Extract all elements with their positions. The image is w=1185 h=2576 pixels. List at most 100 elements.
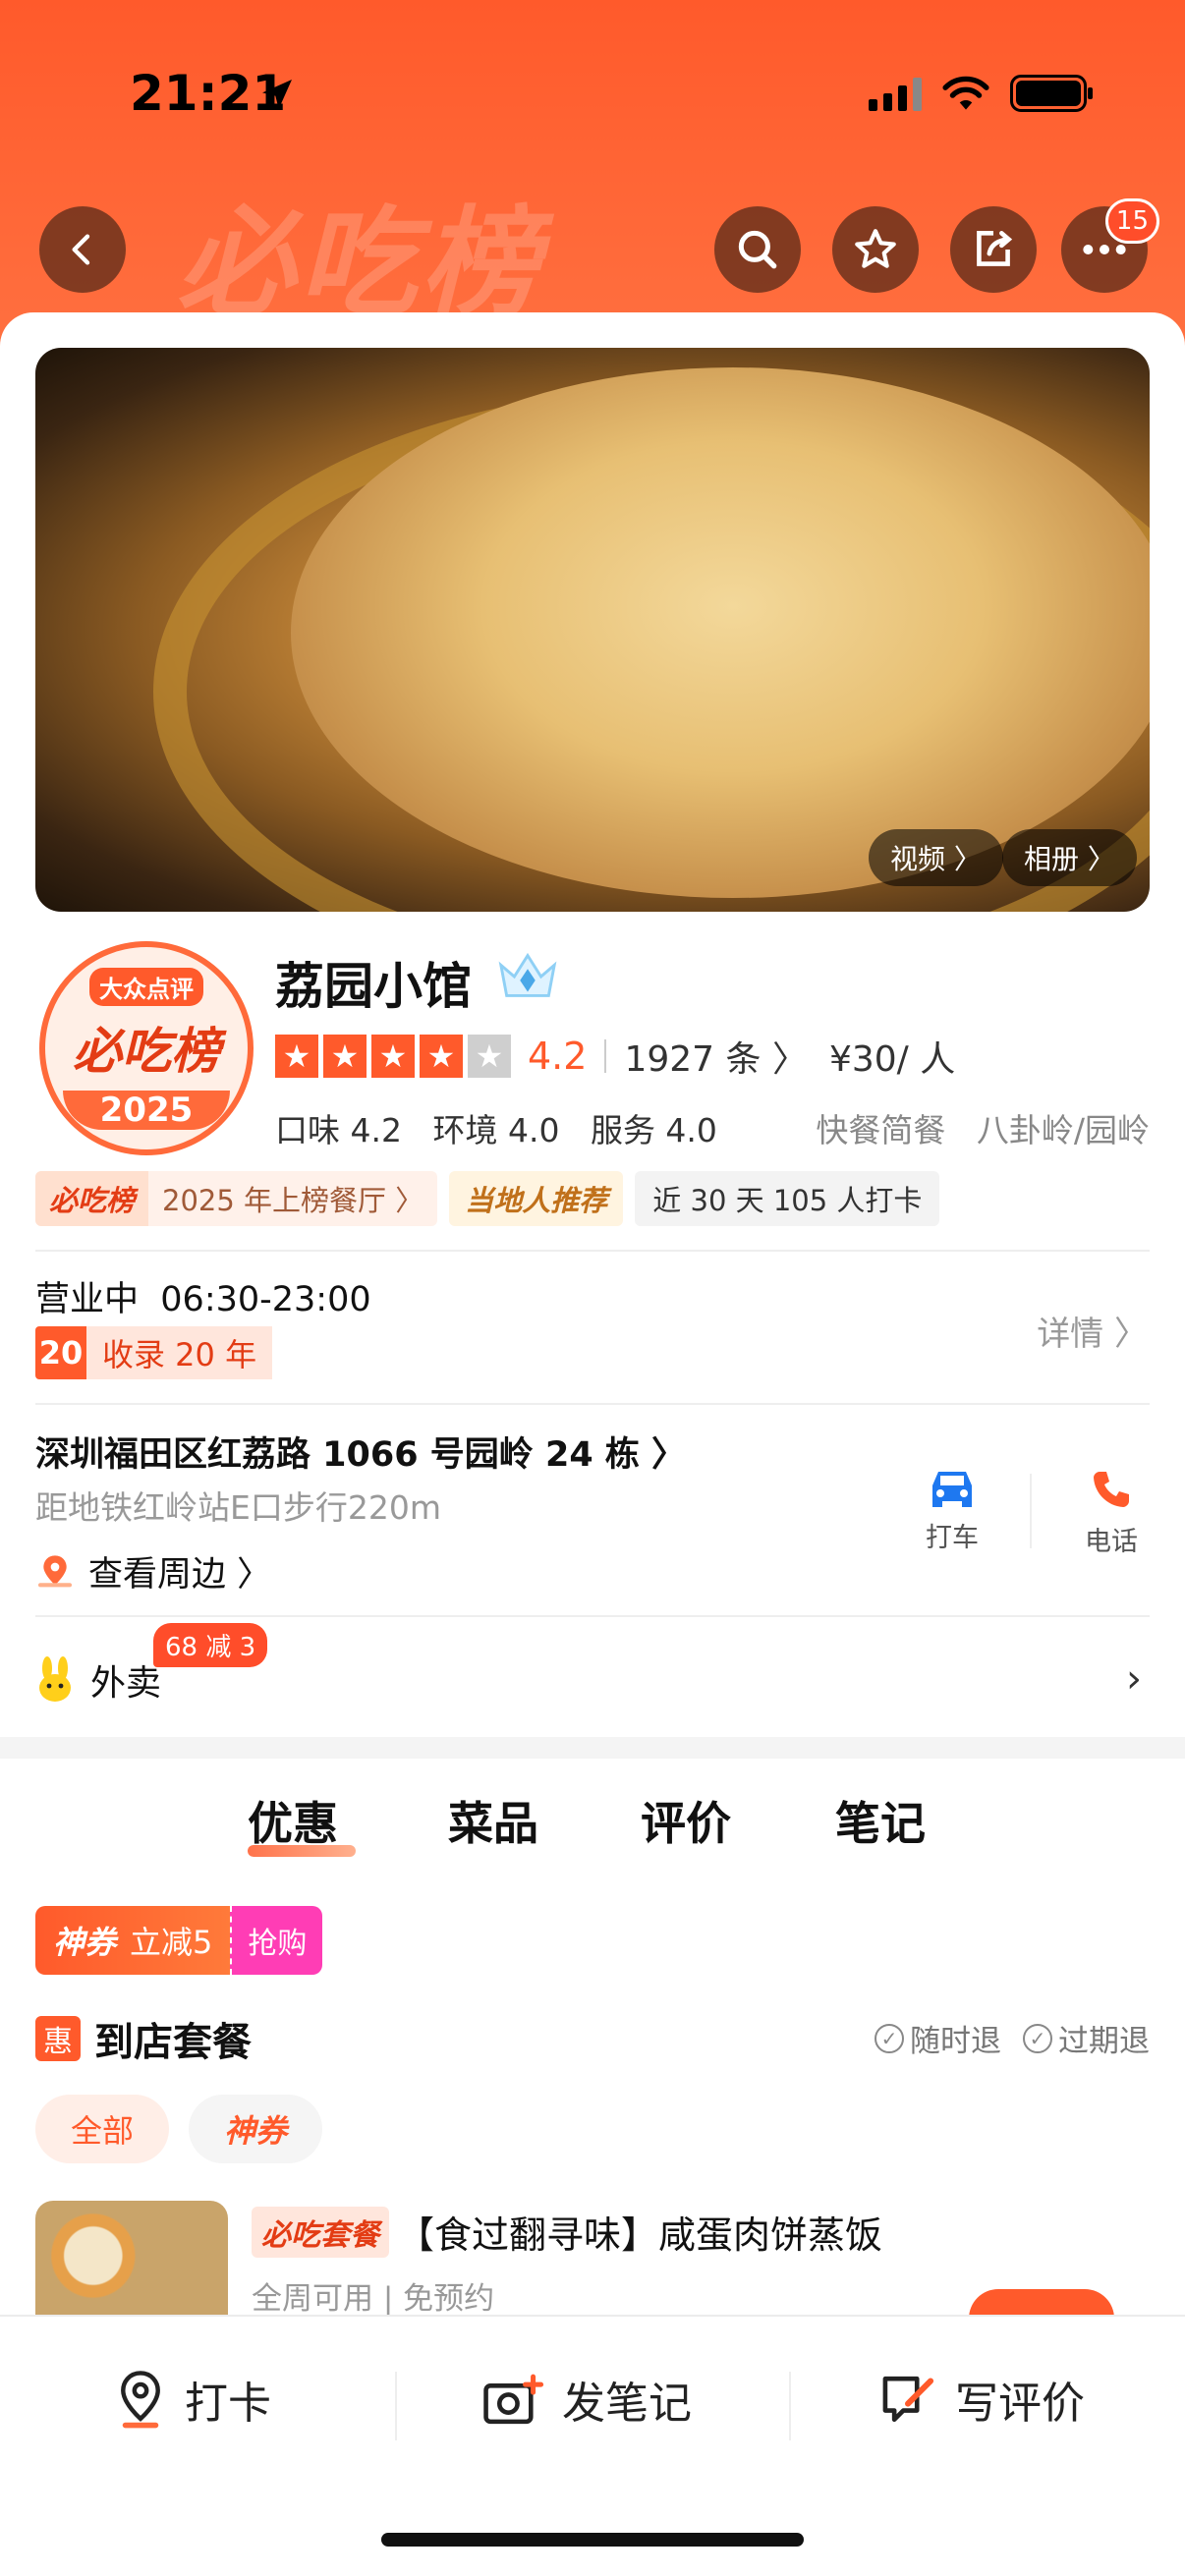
open-status: 营业中: [35, 1280, 140, 1319]
star-empty-icon: ★: [468, 1035, 511, 1078]
ranking-text: 2025 年上榜餐厅 〉: [162, 1184, 424, 1217]
open-time: 06:30-23:00: [160, 1280, 371, 1319]
star-icon: [855, 229, 896, 268]
star-icon: ★: [371, 1035, 415, 1078]
chevron-right-icon: ›: [1126, 1656, 1142, 1702]
policy-anytime-refund: ✓ 随时退: [875, 2016, 1001, 2060]
ranking-logo: 必吃榜: [35, 1171, 149, 1226]
tab-dishes[interactable]: 菜品: [448, 1788, 538, 1853]
package-filters: 全部 神券: [35, 2095, 323, 2163]
star-icon: ★: [275, 1035, 318, 1078]
tab-notes[interactable]: 笔记: [835, 1788, 926, 1853]
deal-subtitle: 全周可用 | 免预约: [252, 2281, 495, 2317]
nearby-label: 查看周边 〉: [88, 1555, 272, 1595]
share-icon: [977, 231, 1013, 266]
ranking-tag[interactable]: 必吃榜 2025 年上榜餐厅 〉: [35, 1171, 438, 1226]
takeout-discount-badge: 68 减 3: [153, 1623, 268, 1667]
divider: [35, 1250, 1150, 1252]
takeout-row[interactable]: 外卖 68 减 3 ›: [35, 1623, 1150, 1708]
message-count-badge: 15: [1104, 198, 1159, 244]
coupon-tag: 神券: [53, 1924, 117, 1961]
checkin-button[interactable]: 打卡: [114, 2360, 271, 2438]
checkin-label: 打卡: [185, 2379, 271, 2429]
area: 八卦岭/园岭: [976, 1111, 1150, 1149]
write-review-label: 写评价: [955, 2379, 1085, 2429]
taxi-button[interactable]: 打车: [908, 1466, 996, 1554]
category: 快餐简餐: [816, 1111, 946, 1149]
phone-icon: [1094, 1472, 1129, 1507]
listed-years-number: 20: [35, 1326, 86, 1379]
coupon-banner[interactable]: 神券 立减5 抢购: [35, 1906, 323, 1975]
policy-label: 随时退: [910, 2024, 1001, 2059]
review-count-link[interactable]: 1927 条 〉: [624, 1031, 808, 1082]
takeout-rabbit-icon: [39, 1656, 71, 1702]
policy-label: 过期退: [1058, 2024, 1150, 2059]
address-link[interactable]: 深圳福田区红荔路 1066 号园岭 24 栋 〉: [35, 1427, 686, 1477]
more-button[interactable]: 15: [1061, 198, 1159, 293]
medal-title: 必吃榜: [73, 1022, 220, 1080]
medal-year: 2025: [63, 1090, 230, 1130]
location-arrow-icon: [262, 80, 292, 109]
medal-brand: 大众点评: [89, 967, 203, 1006]
coupon-text: 立减5: [130, 1924, 213, 1961]
phone-label: 电话: [1085, 1527, 1138, 1557]
average-price: ¥30/ 人: [828, 1039, 956, 1080]
search-button[interactable]: [714, 206, 801, 293]
filter-coupon[interactable]: 神券: [189, 2095, 323, 2163]
shop-name: 荔园小馆: [275, 958, 472, 1015]
metro-distance: 距地铁红岭站E口步行220m: [35, 1488, 441, 1527]
opening-hours: 营业中 06:30-23:00: [35, 1271, 371, 1321]
hours-detail-link[interactable]: 详情 〉: [1037, 1307, 1148, 1355]
search-icon: [738, 230, 777, 269]
content-tabs: 优惠 菜品 评价 笔记: [0, 1788, 1185, 1867]
divider: [35, 1403, 1150, 1405]
sub-scores-row: 口味 4.2 环境 4.0 服务 4.0 快餐简餐 八卦岭/园岭: [275, 1104, 1150, 1151]
location-pin-icon: [121, 2371, 160, 2429]
status-bar: 21:21: [0, 0, 1185, 187]
service-score: 服务 4.0: [590, 1111, 717, 1149]
filter-all[interactable]: 全部: [35, 2095, 170, 2163]
write-review-button[interactable]: 写评价: [878, 2360, 1085, 2438]
battery-icon: [1010, 75, 1093, 112]
checkin-count-tag: 近 30 天 105 人打卡: [635, 1171, 940, 1226]
takeout-label: 外卖: [90, 1663, 162, 1704]
rating-row: ★ ★ ★ ★ ★ 4.2 1927 条 〉 ¥30/ 人: [275, 1032, 955, 1081]
discount-icon: 惠: [35, 2016, 81, 2061]
wifi-icon: [942, 76, 989, 110]
divider: [789, 2372, 791, 2440]
nearby-link[interactable]: 查看周边 〉: [35, 1546, 271, 1596]
share-button[interactable]: [950, 206, 1037, 293]
deal-title[interactable]: 必吃套餐 【食过翻寻味】咸蛋肉饼蒸饭: [252, 2205, 882, 2259]
deal-tag: 必吃套餐: [252, 2206, 389, 2258]
tab-reviews[interactable]: 评价: [641, 1788, 731, 1853]
favorite-button[interactable]: [832, 206, 919, 293]
section-gap: [0, 1737, 1185, 1759]
package-title: 到店套餐: [94, 2020, 252, 2065]
tag-row: 必吃榜 2025 年上榜餐厅 〉 当地人推荐 近 30 天 105 人打卡: [35, 1171, 940, 1226]
shop-photo[interactable]: 视频 〉 相册 〉: [35, 348, 1150, 912]
coupon-grab-button[interactable]: 抢购: [230, 1906, 323, 1975]
check-circle-icon: ✓: [1023, 2023, 1052, 2053]
category-area: 快餐简餐 八卦岭/园岭: [816, 1104, 1150, 1151]
coupon-info: 神券 立减5: [35, 1906, 231, 1975]
local-recommend-tag: 当地人推荐: [449, 1171, 624, 1226]
home-indicator: [381, 2533, 804, 2547]
divider: [1030, 1474, 1032, 1548]
star-icon: ★: [420, 1035, 463, 1078]
map-pin-icon: [37, 1554, 73, 1587]
post-note-button[interactable]: 发笔记: [481, 2360, 692, 2438]
album-button[interactable]: 相册 〉: [1002, 829, 1137, 886]
divider: [604, 1039, 607, 1073]
photo-dish: [291, 367, 1150, 898]
back-button[interactable]: [39, 206, 126, 293]
package-section-title: 惠 到店套餐: [35, 2010, 252, 2067]
chevron-left-icon: [72, 234, 90, 265]
active-tab-indicator: [248, 1845, 356, 1857]
environment-score: 环境 4.0: [432, 1111, 560, 1149]
phone-button[interactable]: 电话: [1067, 1466, 1156, 1558]
must-eat-medal[interactable]: 大众点评 必吃榜 2025: [39, 941, 254, 1155]
tab-deals[interactable]: 优惠: [248, 1788, 338, 1853]
sub-scores: 口味 4.2 环境 4.0 服务 4.0: [275, 1104, 717, 1151]
taxi-label: 打车: [926, 1523, 979, 1553]
video-button[interactable]: 视频 〉: [869, 829, 1003, 886]
